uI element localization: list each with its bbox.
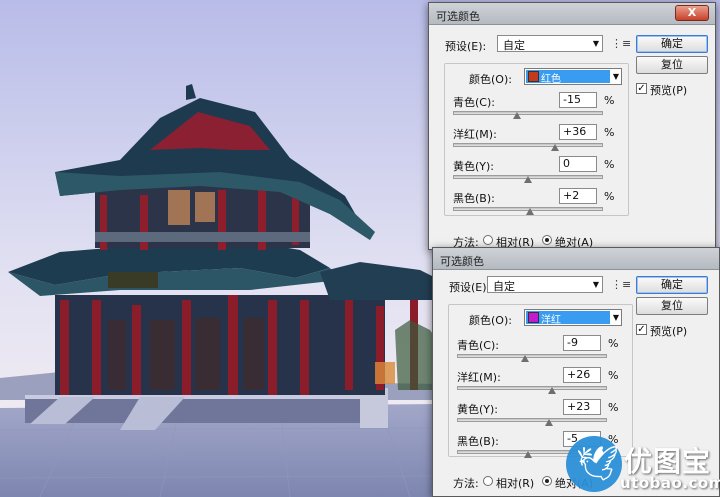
yellow-slider-thumb[interactable] xyxy=(545,419,554,426)
preset-dropdown[interactable]: 自定 ▼ xyxy=(487,276,603,293)
percent-sign: % xyxy=(604,94,615,107)
magenta-label: 洋红(M): xyxy=(457,371,501,384)
slider-black: 黑色(B): +2 % xyxy=(453,188,623,220)
preset-dropdown[interactable]: 自定 ▼ xyxy=(497,35,603,52)
slider-yellow: 黄色(Y): 0 % xyxy=(453,156,623,188)
yellow-slider-thumb[interactable] xyxy=(524,176,532,183)
chevron-down-icon: ▼ xyxy=(592,280,599,289)
yellow-label: 黄色(Y): xyxy=(453,160,495,173)
reset-button[interactable]: 复位 xyxy=(636,56,708,74)
color-adjust-group: 颜色(O): 红色 ▼ 青色(C): -15 % 洋红(M): +36 % 黄色… xyxy=(444,63,629,216)
color-label: 颜色(O): xyxy=(469,73,512,86)
preview-label: 预览(P) xyxy=(650,84,688,97)
percent-sign: % xyxy=(604,190,615,203)
cyan-slider-thumb[interactable] xyxy=(521,355,530,362)
slider-magenta: 洋红(M): +36 % xyxy=(453,124,623,156)
radio-relative[interactable] xyxy=(483,235,493,245)
slider-yellow: 黄色(Y): +23 % xyxy=(457,399,627,431)
black-slider-thumb[interactable] xyxy=(525,208,534,215)
preset-label: 预设(E): xyxy=(449,281,491,294)
color-select[interactable]: 洋红 ▼ xyxy=(524,309,622,326)
color-select-value: 洋红 xyxy=(541,315,561,326)
magenta-label: 洋红(M): xyxy=(453,128,497,141)
preview-checkbox[interactable]: ✓ xyxy=(636,83,647,94)
percent-sign: % xyxy=(604,126,615,139)
bird-icon: 🕊 xyxy=(576,444,620,484)
method-label: 方法: xyxy=(453,477,479,490)
cyan-slider-track[interactable] xyxy=(453,111,603,115)
yellow-value-input[interactable]: 0 xyxy=(559,156,597,172)
dialog-title: 可选颜色 xyxy=(440,255,484,268)
color-adjust-group: 颜色(O): 洋红 ▼ 青色(C): -9 % 洋红(M): +26 % 黄色(… xyxy=(448,304,633,458)
yellow-label: 黄色(Y): xyxy=(457,403,499,416)
color-select-value: 红色 xyxy=(541,74,561,85)
black-label: 黑色(B): xyxy=(453,192,495,205)
cyan-label: 青色(C): xyxy=(457,339,499,352)
color-select[interactable]: 红色 ▼ xyxy=(524,68,622,85)
color-label: 颜色(O): xyxy=(469,314,512,327)
reset-button[interactable]: 复位 xyxy=(636,297,708,315)
magenta-value-input[interactable]: +26 xyxy=(563,367,601,383)
dialog-titlebar[interactable]: 可选颜色 X xyxy=(429,3,715,25)
chevron-down-icon: ▼ xyxy=(592,39,599,48)
slider-magenta: 洋红(M): +26 % xyxy=(457,367,627,399)
magenta-value-input[interactable]: +36 xyxy=(559,124,597,140)
percent-sign: % xyxy=(608,337,619,350)
selective-color-dialog-red: 可选颜色 X 预设(E): 自定 ▼ ⋮≡ 颜色(O): 红色 ▼ 青色(C):… xyxy=(428,2,716,250)
radio-relative-label: 相对(R) xyxy=(496,477,535,490)
magenta-slider-thumb[interactable] xyxy=(551,144,559,151)
cyan-slider-track[interactable] xyxy=(457,354,607,358)
ok-button[interactable]: 确定 xyxy=(636,35,708,53)
slider-cyan: 青色(C): -9 % xyxy=(457,335,627,367)
color-swatch xyxy=(528,312,539,323)
percent-sign: % xyxy=(608,401,619,414)
black-label: 黑色(B): xyxy=(457,435,499,448)
preset-value: 自定 xyxy=(493,280,515,293)
dialog-title: 可选颜色 xyxy=(436,10,480,23)
yellow-value-input[interactable]: +23 xyxy=(563,399,601,415)
black-slider-thumb[interactable] xyxy=(524,451,533,458)
close-button[interactable]: X xyxy=(675,5,709,21)
radio-relative[interactable] xyxy=(483,476,493,486)
dialog-titlebar[interactable]: 可选颜色 xyxy=(433,248,719,270)
cyan-value-input[interactable]: -9 xyxy=(563,335,601,351)
preset-options-icon[interactable]: ⋮≡ xyxy=(611,278,631,291)
cyan-value-input[interactable]: -15 xyxy=(559,92,597,108)
preset-options-icon[interactable]: ⋮≡ xyxy=(611,37,631,50)
preset-value: 自定 xyxy=(503,39,525,52)
percent-sign: % xyxy=(608,369,619,382)
ok-button[interactable]: 确定 xyxy=(636,276,708,294)
yellow-slider-track[interactable] xyxy=(457,418,607,422)
radio-absolute[interactable] xyxy=(542,235,552,245)
preview-label: 预览(P) xyxy=(650,325,688,338)
magenta-slider-track[interactable] xyxy=(457,386,607,390)
radio-absolute[interactable] xyxy=(542,476,552,486)
chevron-down-icon: ▼ xyxy=(612,72,619,81)
color-select-highlight: 洋红 xyxy=(526,311,610,326)
black-value-input[interactable]: +2 xyxy=(559,188,597,204)
chevron-down-icon: ▼ xyxy=(612,313,619,322)
preview-checkbox[interactable]: ✓ xyxy=(636,324,647,335)
color-select-highlight: 红色 xyxy=(526,70,610,85)
preset-label: 预设(E): xyxy=(445,40,487,53)
magenta-slider-track[interactable] xyxy=(453,143,603,147)
percent-sign: % xyxy=(604,158,615,171)
cyan-slider-thumb[interactable] xyxy=(512,112,521,119)
color-swatch xyxy=(528,71,539,82)
watermark-url: utobao.com xyxy=(620,474,720,492)
magenta-slider-thumb[interactable] xyxy=(547,387,556,394)
cyan-label: 青色(C): xyxy=(453,96,495,109)
slider-cyan: 青色(C): -15 % xyxy=(453,92,623,124)
